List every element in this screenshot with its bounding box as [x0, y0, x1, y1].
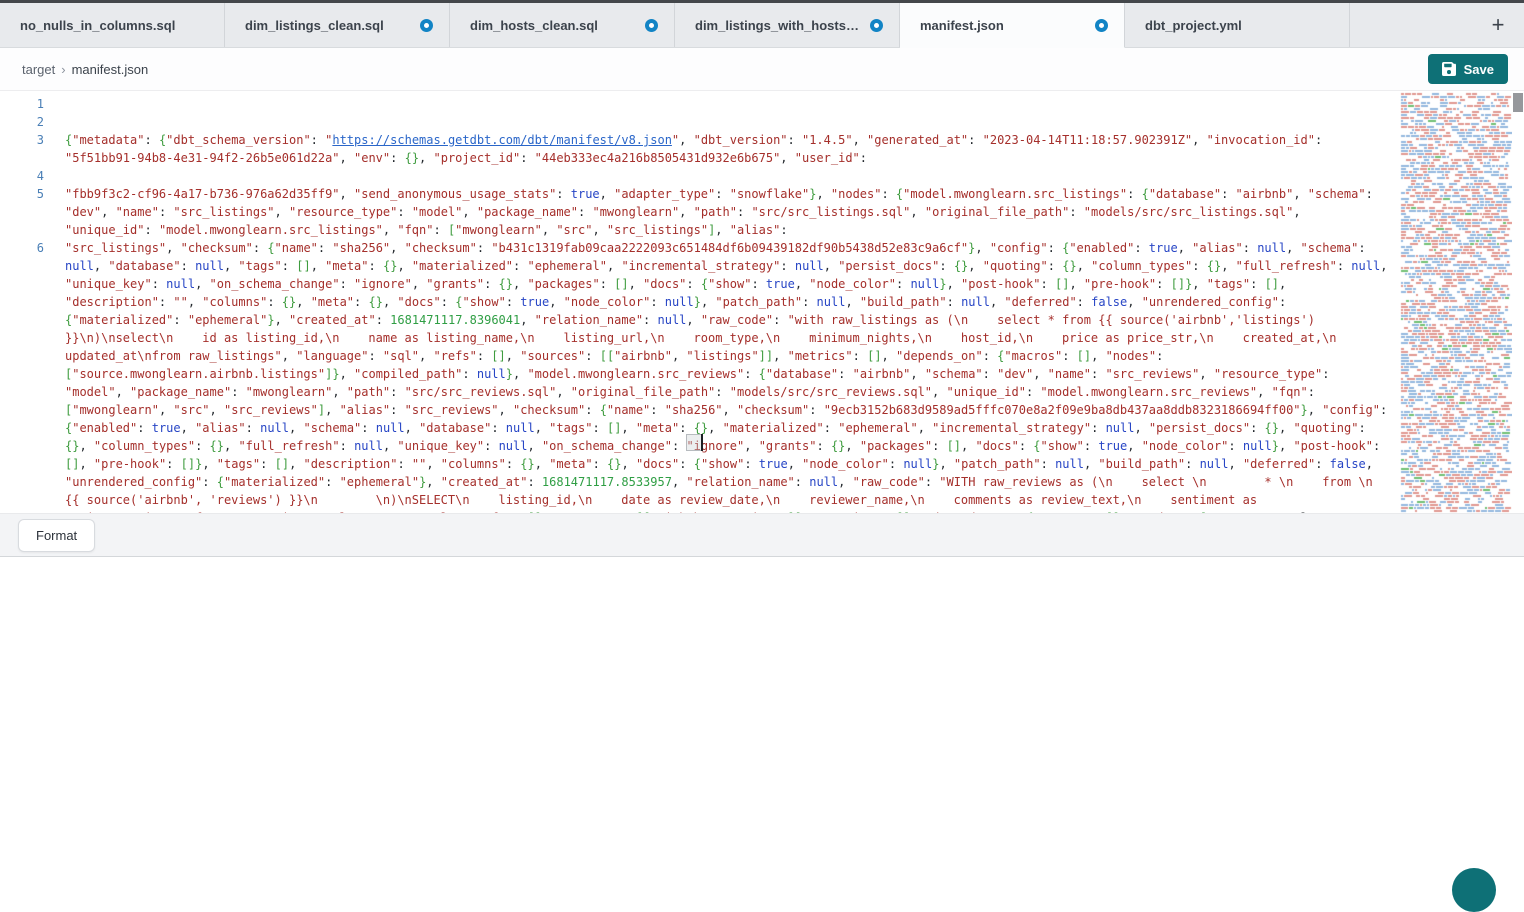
tab-dim-listings-clean-sql[interactable]: dim_listings_clean.sql — [225, 3, 450, 47]
save-icon — [1442, 62, 1456, 76]
code-editor[interactable]: 123{"metadata": {"dbt_schema_version": "… — [0, 91, 1524, 513]
line-number: 1 — [0, 95, 44, 113]
code-line: 6"src_listings", "checksum": {"name": "s… — [0, 239, 1400, 513]
line-number: 5 — [0, 185, 44, 239]
code-line: 2 — [0, 113, 1400, 131]
code-line: 4 — [0, 167, 1400, 185]
code-text[interactable]: "src_listings", "checksum": {"name": "sh… — [44, 239, 1400, 513]
tab-manifest-json[interactable]: manifest.json — [900, 3, 1125, 48]
line-number: 6 — [0, 239, 44, 513]
unsaved-indicator-icon — [870, 19, 883, 32]
tab-dim-hosts-clean-sql[interactable]: dim_hosts_clean.sql — [450, 3, 675, 47]
scrollbar-thumb[interactable] — [1513, 93, 1523, 112]
line-number: 3 — [0, 131, 44, 167]
unsaved-indicator-icon — [420, 19, 433, 32]
format-button[interactable]: Format — [18, 519, 95, 552]
format-toolbar: Format — [0, 513, 1524, 557]
tab-bar: no_nulls_in_columns.sql dim_listings_clea… — [0, 3, 1524, 48]
tab-label: no_nulls_in_columns.sql — [20, 18, 208, 33]
tab-dim-listings-with-hosts-sql[interactable]: dim_listings_with_hosts.sql — [675, 3, 900, 47]
code-line: 5"fbb9f3c2-cf96-4a17-b736-976a62d35ff9",… — [0, 185, 1400, 239]
code-line: 3{"metadata": {"dbt_schema_version": "ht… — [0, 131, 1400, 167]
breadcrumb-folder: target — [22, 62, 55, 77]
unsaved-indicator-icon — [645, 19, 658, 32]
unsaved-indicator-icon — [1095, 19, 1108, 32]
code-text[interactable]: "fbb9f3c2-cf96-4a17-b736-976a62d35ff9", … — [44, 185, 1400, 239]
new-tab-button[interactable]: + — [1480, 3, 1516, 47]
results-pane — [0, 557, 1524, 876]
tab-dbt-project-yml[interactable]: dbt_project.yml — [1125, 3, 1350, 47]
breadcrumb-bar: target › manifest.json Save — [0, 48, 1524, 91]
chevron-right-icon: › — [61, 62, 65, 77]
text-cursor — [701, 434, 703, 451]
scrollbar[interactable] — [1512, 91, 1524, 513]
tab-label: dim_listings_clean.sql — [245, 18, 412, 33]
save-button[interactable]: Save — [1428, 54, 1508, 84]
tab-label: dim_listings_with_hosts.sql — [695, 18, 862, 33]
code-text[interactable] — [44, 167, 1400, 185]
tab-label: manifest.json — [920, 18, 1087, 33]
plus-icon: + — [1492, 12, 1505, 38]
code-text[interactable] — [44, 95, 1400, 113]
tab-label: dbt_project.yml — [1145, 18, 1333, 33]
save-button-label: Save — [1464, 62, 1494, 77]
code-text[interactable]: {"metadata": {"dbt_schema_version": "htt… — [44, 131, 1400, 167]
code-line: 1 — [0, 95, 1400, 113]
minimap[interactable] — [1400, 91, 1512, 513]
line-number: 4 — [0, 167, 44, 185]
breadcrumb-file: manifest.json — [72, 62, 149, 77]
tab-label: dim_hosts_clean.sql — [470, 18, 637, 33]
line-number: 2 — [0, 113, 44, 131]
bracket-match-highlight — [686, 434, 702, 451]
tab-no-nulls-in-columns-sql[interactable]: no_nulls_in_columns.sql — [0, 3, 225, 47]
code-text[interactable] — [44, 113, 1400, 131]
